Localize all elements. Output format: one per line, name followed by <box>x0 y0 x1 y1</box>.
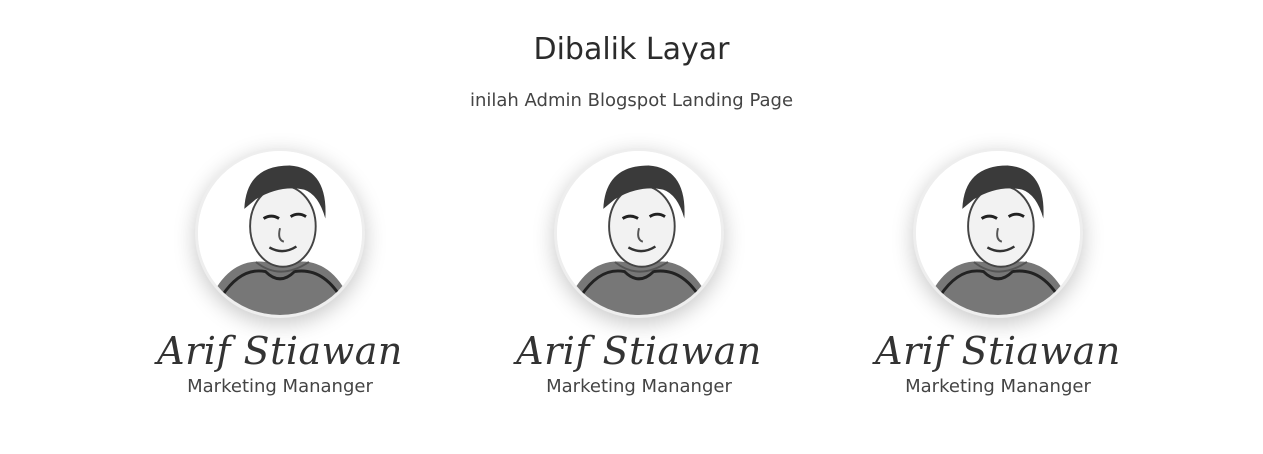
member-name: Arif Stiawan <box>516 329 762 373</box>
member-role: Marketing Mananger <box>187 376 373 397</box>
avatar <box>913 148 1083 318</box>
team-member-card: Arif Stiawan Marketing Mananger <box>848 148 1148 397</box>
member-name: Arif Stiawan <box>875 329 1121 373</box>
section-subtitle: inilah Admin Blogspot Landing Page <box>469 90 794 111</box>
section-title: Dibalik Layar <box>533 32 730 67</box>
avatar <box>554 148 724 318</box>
avatar <box>195 148 365 318</box>
member-name: Arif Stiawan <box>157 329 403 373</box>
member-role: Marketing Mananger <box>546 376 732 397</box>
team-member-card: Arif Stiawan Marketing Mananger <box>130 148 430 397</box>
member-role: Marketing Mananger <box>905 376 1091 397</box>
team-member-card: Arif Stiawan Marketing Mananger <box>489 148 789 397</box>
